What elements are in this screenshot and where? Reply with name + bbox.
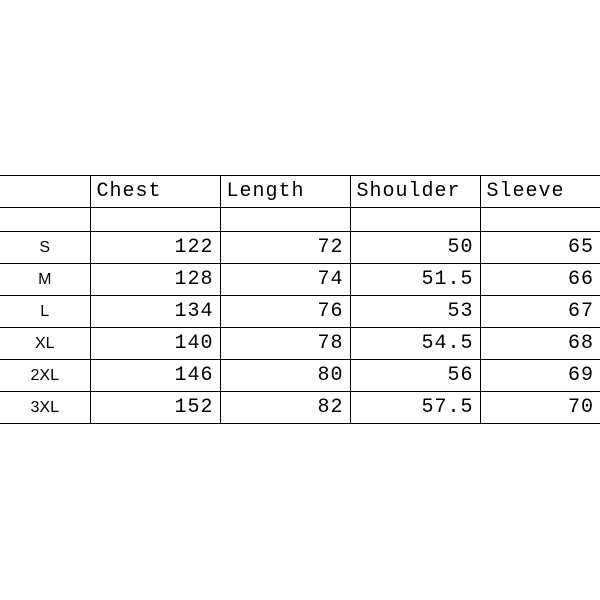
cell-shoulder: 56 [350, 360, 480, 392]
cell-shoulder: 57.5 [350, 392, 480, 424]
cell-chest: 128 [90, 264, 220, 296]
spacer-row [0, 208, 600, 232]
cell-sleeve: 67 [480, 296, 600, 328]
cell-length: 72 [220, 232, 350, 264]
cell-sleeve: 70 [480, 392, 600, 424]
cell-shoulder: 54.5 [350, 328, 480, 360]
cell-chest: 152 [90, 392, 220, 424]
table-row: 3XL 152 82 57.5 70 [0, 392, 600, 424]
cell-sleeve: 66 [480, 264, 600, 296]
cell-shoulder: 53 [350, 296, 480, 328]
header-sleeve: Sleeve [480, 176, 600, 208]
header-length: Length [220, 176, 350, 208]
table-row: L 134 76 53 67 [0, 296, 600, 328]
cell-length: 76 [220, 296, 350, 328]
cell-chest: 146 [90, 360, 220, 392]
table-row: XL 140 78 54.5 68 [0, 328, 600, 360]
header-shoulder: Shoulder [350, 176, 480, 208]
size-table-container: Chest Length Shoulder Sleeve S 122 72 50… [0, 175, 600, 424]
table-row: S 122 72 50 65 [0, 232, 600, 264]
cell-length: 82 [220, 392, 350, 424]
header-chest: Chest [90, 176, 220, 208]
cell-chest: 140 [90, 328, 220, 360]
table-row: 2XL 146 80 56 69 [0, 360, 600, 392]
cell-length: 78 [220, 328, 350, 360]
cell-length: 80 [220, 360, 350, 392]
cell-sleeve: 68 [480, 328, 600, 360]
header-row: Chest Length Shoulder Sleeve [0, 176, 600, 208]
cell-chest: 122 [90, 232, 220, 264]
table-row: M 128 74 51.5 66 [0, 264, 600, 296]
size-table: Chest Length Shoulder Sleeve S 122 72 50… [0, 175, 600, 424]
cell-length: 74 [220, 264, 350, 296]
cell-size: XL [0, 328, 90, 360]
cell-size: M [0, 264, 90, 296]
cell-chest: 134 [90, 296, 220, 328]
cell-shoulder: 50 [350, 232, 480, 264]
cell-sleeve: 65 [480, 232, 600, 264]
header-blank [0, 176, 90, 208]
cell-size: L [0, 296, 90, 328]
cell-sleeve: 69 [480, 360, 600, 392]
cell-size: 3XL [0, 392, 90, 424]
cell-size: S [0, 232, 90, 264]
cell-size: 2XL [0, 360, 90, 392]
cell-shoulder: 51.5 [350, 264, 480, 296]
